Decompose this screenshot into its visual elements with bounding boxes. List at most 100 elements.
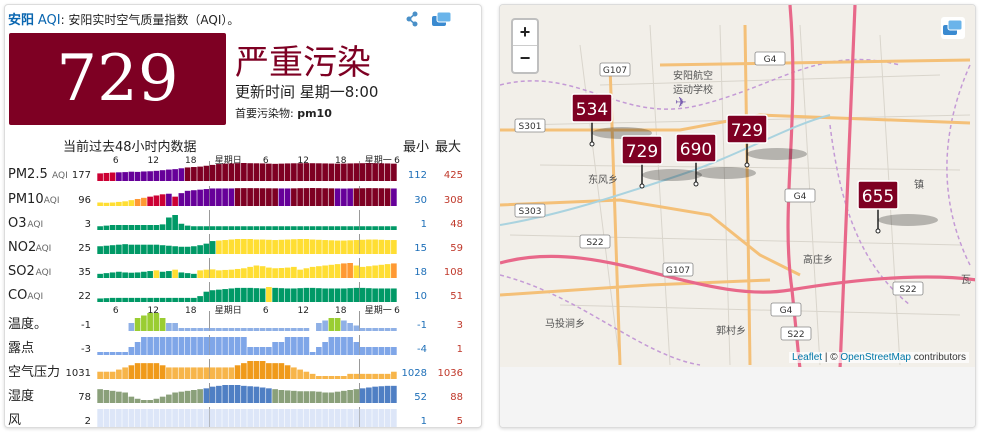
history-bar xyxy=(103,298,110,302)
history-bar xyxy=(203,337,210,355)
history-bar xyxy=(184,337,191,355)
row-min-2: 1 xyxy=(421,219,427,230)
history-bar xyxy=(266,328,272,331)
row-unit-1: AQI xyxy=(44,196,60,206)
row-current-7: -3 xyxy=(81,344,91,355)
road-shield: S22 xyxy=(579,234,611,249)
zoom-control: + − xyxy=(511,18,539,74)
history-bar xyxy=(316,239,322,254)
row-current-9: 78 xyxy=(78,392,91,403)
history-bar xyxy=(366,239,372,254)
history-bar xyxy=(253,386,260,403)
history-bar xyxy=(384,373,391,379)
history-bar xyxy=(159,409,166,427)
history-bar xyxy=(103,202,110,206)
row-unit-0: AQI xyxy=(52,171,68,181)
history-bar xyxy=(184,246,191,254)
layers-icon[interactable] xyxy=(431,11,453,27)
history-bar xyxy=(247,226,253,230)
row-min-7: -4 xyxy=(417,344,427,355)
history-bar xyxy=(303,328,310,331)
road-shield: S303 xyxy=(514,203,546,218)
history-bar xyxy=(378,239,385,254)
history-bar xyxy=(166,271,172,278)
history-bar xyxy=(216,337,222,355)
history-bar xyxy=(334,264,341,278)
osm-link[interactable]: OpenStreetMap xyxy=(840,352,911,363)
history-bar xyxy=(291,239,297,254)
history-bar xyxy=(134,171,141,181)
history-bar xyxy=(247,409,253,427)
row-current-4: 35 xyxy=(78,267,91,278)
history-bar xyxy=(266,188,272,206)
history-bar xyxy=(259,387,266,403)
history-bar xyxy=(341,263,347,278)
history-bar xyxy=(334,337,341,355)
history-bar xyxy=(366,328,372,331)
zoom-in-button[interactable]: + xyxy=(513,20,537,46)
attribution-tail: contributors xyxy=(910,352,966,363)
row-current-6: -1 xyxy=(81,320,91,331)
history-bar xyxy=(191,167,197,181)
history-bar xyxy=(191,273,197,278)
history-bar xyxy=(247,361,253,379)
history-bar xyxy=(328,163,335,181)
history-bar xyxy=(159,224,166,230)
history-bar xyxy=(247,287,253,302)
history-bar xyxy=(372,409,378,427)
history-bar xyxy=(172,269,178,278)
road-shield-label: S22 xyxy=(787,330,804,340)
history-bar xyxy=(284,365,291,379)
history-bar xyxy=(228,239,235,254)
history-bar xyxy=(266,363,272,379)
history-bar xyxy=(209,328,216,331)
history-bar xyxy=(216,289,222,302)
history-bar xyxy=(366,409,372,427)
history-bar xyxy=(191,409,197,427)
history-bar xyxy=(334,318,341,331)
city-name[interactable]: 安阳 xyxy=(8,13,34,28)
history-bar xyxy=(166,169,172,181)
history-bar xyxy=(259,288,266,302)
airport-icon: ✈ xyxy=(675,95,687,111)
history-bar xyxy=(291,288,297,302)
history-bar xyxy=(191,337,197,355)
zoom-out-button[interactable]: − xyxy=(513,46,537,72)
history-bar xyxy=(303,188,310,206)
history-bar xyxy=(353,342,360,355)
history-bar xyxy=(253,239,260,254)
map-canvas[interactable]: ✈ G107 G4 S301 S303 S22 G107 G4 G4 S22 S22 安阳航空运动学校… xyxy=(500,5,976,369)
history-bar xyxy=(203,165,210,181)
history-bar xyxy=(278,390,285,403)
history-bar xyxy=(159,365,166,379)
map-panel: ✈ G107 G4 S301 S303 S22 G107 G4 G4 S22 S22 安阳航空 运动学校… xyxy=(499,4,976,428)
history-bar xyxy=(253,347,260,355)
history-bar xyxy=(191,390,197,403)
share-icon[interactable] xyxy=(401,11,423,27)
history-bar xyxy=(372,288,378,302)
history-bar xyxy=(278,188,285,206)
history-bar xyxy=(116,409,122,427)
history-bar xyxy=(147,196,153,206)
axis-mid-tick-label: 6 xyxy=(263,306,269,316)
history-bar xyxy=(384,163,391,181)
history-bar xyxy=(259,163,266,181)
history-bar xyxy=(309,188,316,206)
history-bar xyxy=(391,263,397,278)
history-bar xyxy=(128,272,135,278)
station-marker-pin-dot xyxy=(875,228,881,234)
layers-icon[interactable] xyxy=(941,17,965,39)
history-bar xyxy=(272,240,278,254)
history-bar xyxy=(122,172,128,181)
history-bar xyxy=(159,396,166,403)
leaflet-link[interactable]: Leaflet xyxy=(792,352,822,363)
history-bar xyxy=(316,288,322,302)
history-bar xyxy=(222,188,228,206)
history-bar xyxy=(116,369,122,379)
history-bar xyxy=(247,188,253,206)
history-bar xyxy=(297,328,303,331)
history-bar xyxy=(278,226,285,230)
history-bar xyxy=(172,196,178,206)
row-unit-5: AQI xyxy=(27,292,43,302)
history-bar xyxy=(141,409,147,427)
